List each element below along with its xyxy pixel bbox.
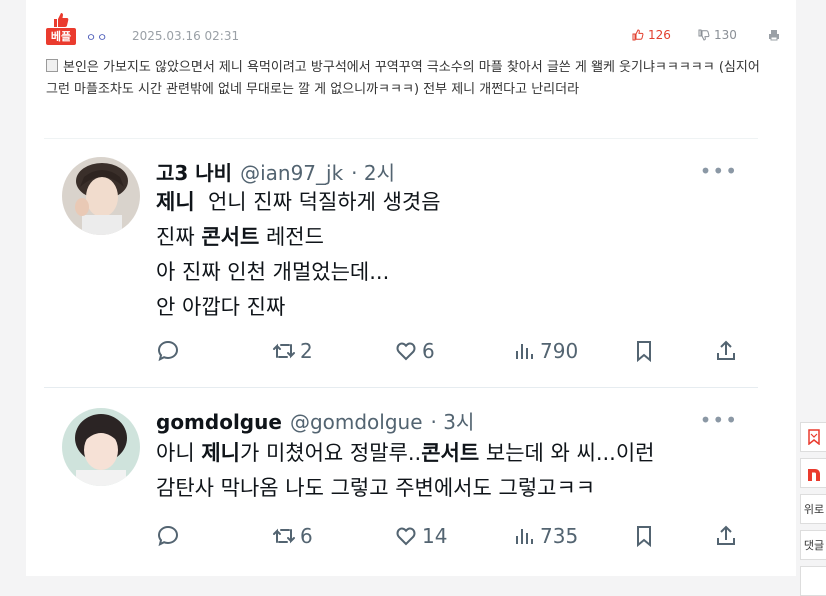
more-options-icon[interactable]: ••• [700, 159, 738, 183]
print-icon[interactable] [768, 29, 780, 41]
thumbs-up-icon [632, 29, 644, 41]
tweet-text: 제니 언니 진짜 덕질하게 생겻음 진짜 콘서트 레전드 아 진짜 인천 개멀었… [156, 185, 441, 325]
reply-button[interactable] [156, 524, 180, 548]
tweet-card[interactable]: 고3 나비 @ian97_jk · 2시 ••• 제니 언니 진짜 덕질하게 생… [44, 138, 758, 387]
dislike-button[interactable]: 130 [698, 28, 737, 42]
thumbs-down-icon [698, 29, 710, 41]
retweet-icon [273, 528, 295, 544]
comment-body: 본인은 가보지도 않았으면서 제니 욕먹이려고 방구석에서 꾸역꾸역 극소수의 … [46, 57, 770, 101]
bookmark-button[interactable] [632, 339, 656, 363]
scroll-top-button[interactable]: 위로 [800, 494, 826, 524]
dislike-count: 130 [714, 28, 737, 42]
views-button[interactable]: 790 [512, 339, 578, 363]
tweet-actions: 2 6 790 [156, 339, 746, 369]
heart-icon [396, 342, 416, 361]
tweet-header: 고3 나비 @ian97_jk · 2시 [156, 157, 395, 186]
reply-icon [157, 340, 179, 362]
tweet-text-line: 보는데 와 씨...이런 [479, 441, 655, 465]
tweet-header: gomdolgue @gomdolgue · 3시 [156, 406, 474, 435]
share-button[interactable] [714, 339, 738, 363]
retweet-count: 2 [300, 339, 313, 363]
retweet-button[interactable]: 6 [272, 524, 313, 548]
tweet-text: 아니 제니가 미쳤어요 정말루..콘서트 보는데 와 씨...이런 감탄사 막나… [156, 436, 655, 506]
document-icon [46, 59, 58, 72]
comment-date: 2025.03.16 02:31 [132, 29, 240, 43]
tweet-author-name[interactable]: gomdolgue [156, 410, 282, 434]
tweet-text-bold: 콘서트 [201, 225, 260, 249]
tweet-text-bold: 제니 [156, 190, 195, 214]
tweet-timestamp[interactable]: · 3시 [431, 406, 475, 435]
retweet-button[interactable]: 2 [272, 339, 313, 363]
tweet-author-handle[interactable]: @ian97_jk [240, 161, 343, 185]
tweet-text-line: 레전드 [259, 225, 324, 249]
bookmark-button[interactable] [632, 524, 656, 548]
post-container: 베플 ㅇㅇ 2025.03.16 02:31 126 130 본인은 가보지도 … [26, 0, 796, 576]
tweet-like-count: 14 [422, 524, 448, 548]
tweet-timestamp[interactable]: · 2시 [351, 157, 395, 186]
nate-logo-button[interactable] [800, 458, 826, 488]
tweet-author-name[interactable]: 고3 나비 [156, 157, 232, 186]
tweet-text-bold: 제니 [201, 441, 240, 465]
avatar[interactable] [62, 408, 140, 486]
bookmark-page-button[interactable] [800, 422, 826, 452]
avatar[interactable] [62, 157, 140, 235]
tweet-card[interactable]: gomdolgue @gomdolgue · 3시 ••• 아니 제니가 미쳤어… [44, 387, 758, 576]
views-icon [516, 529, 533, 544]
tweet-text-line: 언니 진짜 덕질하게 생겻음 [194, 190, 441, 214]
comment-author[interactable]: ㅇㅇ [86, 29, 108, 45]
nate-logo-icon [808, 469, 820, 481]
like-tweet-button[interactable]: 6 [394, 339, 435, 363]
tweet-author-handle[interactable]: @gomdolgue [290, 410, 423, 434]
tweet-text-line: 아니 [156, 441, 202, 465]
more-options-icon[interactable]: ••• [700, 408, 738, 432]
bookmark-icon [808, 429, 820, 445]
views-count: 735 [540, 524, 579, 548]
tweet-text-line: 가 미쳤어요 정말루.. [239, 441, 422, 465]
comment-header: 베플 ㅇㅇ 2025.03.16 02:31 126 130 [46, 8, 786, 48]
tweet-actions: 6 14 735 [156, 524, 746, 554]
best-comment-badge: 베플 [46, 28, 76, 45]
reply-icon [157, 525, 179, 547]
views-button[interactable]: 735 [512, 524, 578, 548]
heart-icon [396, 527, 416, 546]
comment-text: 본인은 가보지도 않았으면서 제니 욕먹이려고 방구석에서 꾸역꾸역 극소수의 … [46, 60, 760, 97]
retweet-icon [273, 343, 295, 359]
tweet-text-bold: 콘서트 [421, 441, 480, 465]
share-button[interactable] [714, 524, 738, 548]
tweet-text-line: 아 진짜 인천 개멀었는데... [156, 260, 390, 284]
retweet-count: 6 [300, 524, 313, 548]
bookmark-icon [637, 526, 651, 548]
thumbs-up-icon [54, 13, 69, 27]
views-icon [516, 344, 533, 359]
tweet-text-line: 감탄사 막나옴 나도 그렇고 주변에서도 그렇고ㅋㅋ [156, 476, 596, 500]
views-count: 790 [540, 339, 579, 363]
share-icon [717, 340, 735, 360]
tweet-text-line: 진짜 [156, 225, 202, 249]
reply-button[interactable] [156, 339, 180, 363]
share-icon [717, 525, 735, 545]
tweet-text-line: 안 아깝다 진짜 [156, 295, 286, 319]
side-button[interactable] [800, 566, 826, 596]
like-tweet-button[interactable]: 14 [394, 524, 447, 548]
like-button[interactable]: 126 [632, 28, 671, 42]
bookmark-icon [637, 341, 651, 363]
like-count: 126 [648, 28, 671, 42]
comments-button[interactable]: 댓글 [800, 530, 826, 560]
tweet-like-count: 6 [422, 339, 435, 363]
